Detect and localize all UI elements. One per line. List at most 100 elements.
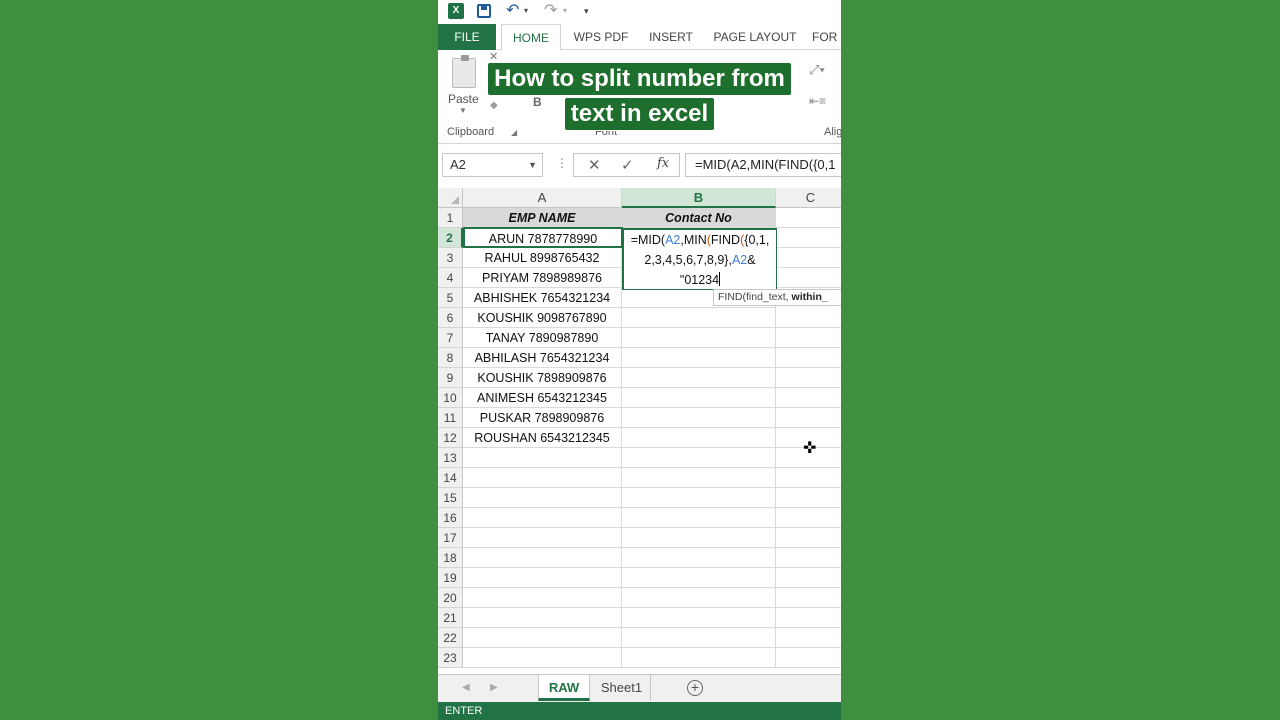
row-header[interactable]: 8	[438, 348, 463, 368]
cell[interactable]	[622, 388, 776, 408]
cell[interactable]	[622, 628, 776, 648]
cell[interactable]	[622, 308, 776, 328]
cell[interactable]	[622, 548, 776, 568]
cell[interactable]	[776, 648, 841, 668]
row-header[interactable]: 6	[438, 308, 463, 328]
row-header[interactable]: 1	[438, 208, 463, 228]
cell[interactable]	[622, 408, 776, 428]
cell[interactable]	[776, 588, 841, 608]
row-header[interactable]: 14	[438, 468, 463, 488]
cell[interactable]	[463, 588, 622, 608]
cell[interactable]	[622, 528, 776, 548]
cell[interactable]	[776, 248, 841, 268]
cell[interactable]	[776, 308, 841, 328]
cell[interactable]	[463, 448, 622, 468]
header-cell-contact-no[interactable]: Contact No	[622, 208, 776, 228]
cell[interactable]	[776, 388, 841, 408]
cell[interactable]	[463, 648, 622, 668]
row-header[interactable]: 16	[438, 508, 463, 528]
cell[interactable]	[776, 568, 841, 588]
cell[interactable]	[776, 468, 841, 488]
cell[interactable]	[776, 208, 841, 228]
cell[interactable]	[622, 508, 776, 528]
redo-icon[interactable]: ↷	[544, 0, 557, 19]
cell[interactable]	[776, 548, 841, 568]
cell[interactable]	[622, 448, 776, 468]
row-header[interactable]: 19	[438, 568, 463, 588]
row-header[interactable]: 20	[438, 588, 463, 608]
scroll-sheets-right-icon[interactable]: ▶	[490, 682, 498, 693]
row-header[interactable]: 2	[438, 228, 463, 248]
select-all-button[interactable]	[438, 188, 463, 208]
cell[interactable]	[776, 528, 841, 548]
cell-a3[interactable]: RAHUL 8998765432	[463, 248, 622, 268]
cell-a10[interactable]: ANIMESH 6543212345	[463, 388, 622, 408]
cell[interactable]	[463, 548, 622, 568]
add-sheet-icon[interactable]: +	[687, 680, 703, 696]
save-icon[interactable]	[477, 4, 491, 18]
column-header-c[interactable]: C	[776, 188, 841, 208]
row-header[interactable]: 13	[438, 448, 463, 468]
tab-formulas[interactable]: FOR	[812, 24, 841, 50]
cell[interactable]	[622, 568, 776, 588]
column-header-a[interactable]: A	[463, 188, 622, 208]
tooltip-current-arg[interactable]: within_	[792, 291, 828, 303]
row-header[interactable]: 17	[438, 528, 463, 548]
tab-file[interactable]: FILE	[438, 24, 496, 50]
redo-dropdown-icon[interactable]: ▾	[563, 6, 567, 24]
sheet-tab-raw[interactable]: RAW	[538, 675, 590, 701]
name-box[interactable]: A2 ▼	[442, 153, 543, 177]
cell[interactable]	[622, 428, 776, 448]
cell[interactable]	[776, 488, 841, 508]
cell[interactable]	[622, 328, 776, 348]
customize-toolbar-icon[interactable]: ▾	[584, 6, 589, 24]
cell[interactable]	[622, 488, 776, 508]
row-header[interactable]: 3	[438, 248, 463, 268]
cell[interactable]	[622, 588, 776, 608]
cell[interactable]	[622, 648, 776, 668]
row-header[interactable]: 18	[438, 548, 463, 568]
tab-page-layout[interactable]: PAGE LAYOUT	[710, 24, 800, 50]
formula-input[interactable]: =MID(A2,MIN(FIND({0,1	[685, 153, 841, 177]
cell-a5[interactable]: ABHISHEK 7654321234	[463, 288, 622, 308]
cell[interactable]	[776, 628, 841, 648]
row-header[interactable]: 5	[438, 288, 463, 308]
undo-dropdown-icon[interactable]: ▾	[524, 6, 528, 24]
cell[interactable]	[463, 468, 622, 488]
column-header-b[interactable]: B	[622, 188, 776, 208]
cell[interactable]	[463, 508, 622, 528]
row-header[interactable]: 21	[438, 608, 463, 628]
row-header[interactable]: 9	[438, 368, 463, 388]
name-box-dropdown-icon[interactable]: ▼	[528, 154, 537, 176]
sheet-tab-sheet1[interactable]: Sheet1	[593, 675, 651, 701]
row-header[interactable]: 22	[438, 628, 463, 648]
row-header[interactable]: 4	[438, 268, 463, 288]
row-header[interactable]: 10	[438, 388, 463, 408]
cell-b2-editor[interactable]: =MID(A2,MIN(FIND({0,1, 2,3,4,5,6,7,8,9},…	[622, 228, 777, 290]
cell[interactable]	[622, 348, 776, 368]
cell-a6[interactable]: KOUSHIK 9098767890	[463, 308, 622, 328]
cell[interactable]	[776, 368, 841, 388]
cell[interactable]	[463, 568, 622, 588]
enter-icon[interactable]: ✓	[621, 156, 634, 174]
row-header[interactable]: 23	[438, 648, 463, 668]
cell[interactable]	[776, 408, 841, 428]
cell-a9[interactable]: KOUSHIK 7898909876	[463, 368, 622, 388]
scroll-sheets-left-icon[interactable]: ◀	[462, 682, 470, 693]
cell[interactable]	[776, 268, 841, 288]
cell[interactable]	[622, 608, 776, 628]
cell[interactable]	[463, 528, 622, 548]
insert-function-icon[interactable]: fx	[657, 156, 669, 171]
row-header[interactable]: 7	[438, 328, 463, 348]
cell[interactable]	[622, 468, 776, 488]
cell[interactable]	[776, 608, 841, 628]
cell[interactable]	[776, 328, 841, 348]
cell-a11[interactable]: PUSKAR 7898909876	[463, 408, 622, 428]
cell[interactable]	[776, 508, 841, 528]
row-header[interactable]: 15	[438, 488, 463, 508]
cell-a12[interactable]: ROUSHAN 6543212345	[463, 428, 622, 448]
cell[interactable]	[463, 488, 622, 508]
cell-a4[interactable]: PRIYAM 7898989876	[463, 268, 622, 288]
cell-a2[interactable]: ARUN 7878778990	[463, 227, 623, 248]
cell-a7[interactable]: TANAY 7890987890	[463, 328, 622, 348]
